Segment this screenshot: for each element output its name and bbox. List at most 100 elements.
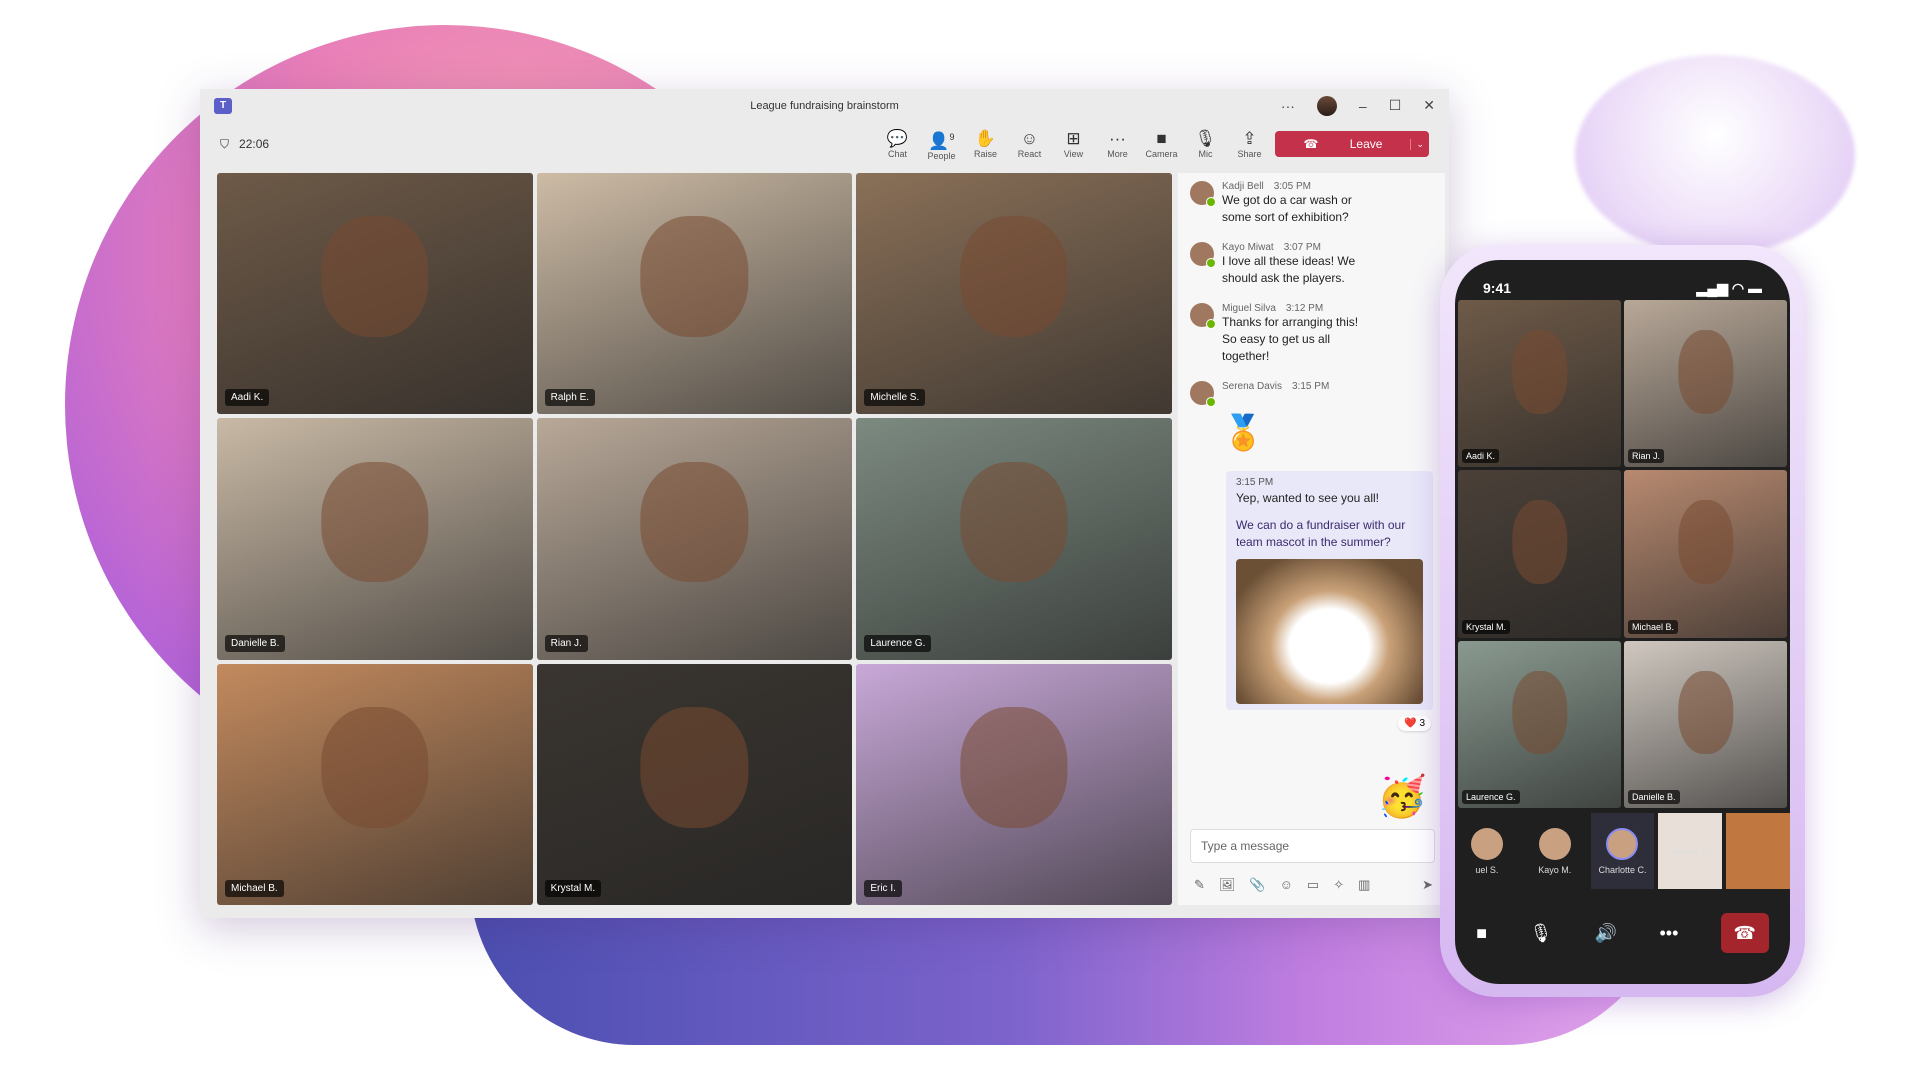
chat-panel: Kadji Bell 3:05 PM We got do a car wash or… bbox=[1178, 173, 1445, 905]
video-tile[interactable]: Aadi K. bbox=[1458, 300, 1621, 468]
phone-screen: 9:41 ▂▄▆ ◠ ▬ Aadi K. Rian J. Krystal M. Mich… bbox=[1455, 260, 1790, 984]
toolbar-share-button[interactable]: ⇪ Share bbox=[1235, 129, 1263, 159]
participant-video bbox=[640, 707, 749, 828]
participant-thumbnail[interactable]: uel S. bbox=[1455, 813, 1519, 889]
dog-image[interactable] bbox=[1236, 559, 1423, 704]
participant-name: Aadi K. bbox=[225, 389, 270, 407]
video-tile[interactable]: Ralph E. bbox=[536, 173, 853, 415]
leave-dropdown-chevron-icon[interactable]: ⌄ bbox=[1410, 138, 1429, 150]
message-time: 3:12 PM bbox=[1285, 303, 1324, 314]
participant-video bbox=[321, 461, 429, 583]
message-placeholder: Type a message bbox=[1201, 839, 1290, 853]
participant-thumbnail[interactable] bbox=[1726, 813, 1790, 889]
message-author: Kayo Miwat bbox=[1222, 242, 1274, 253]
cloud-decoration bbox=[1575, 55, 1855, 255]
video-tile[interactable]: Eric I. bbox=[856, 663, 1172, 905]
video-tile[interactable]: Danielle B. bbox=[1624, 640, 1787, 808]
participant-name: Laurence G. bbox=[1462, 789, 1520, 804]
signal-wifi-battery-icon: ▂▄▆ ◠ ▬ bbox=[1696, 280, 1762, 296]
participant-name: Danielle B. bbox=[1628, 789, 1680, 804]
heart-reaction[interactable]: ❤️ 3 bbox=[1398, 716, 1431, 731]
video-tile[interactable]: Laurence G. bbox=[1458, 640, 1621, 808]
avatar bbox=[1606, 827, 1639, 860]
video-tile[interactable]: Aadi K. bbox=[217, 173, 533, 415]
avatar bbox=[1190, 242, 1216, 268]
video-tile[interactable]: Rian J. bbox=[536, 418, 853, 660]
participant-name: Michael B. bbox=[1628, 619, 1679, 634]
toolbar-label: Camera bbox=[1145, 149, 1178, 159]
video-tile[interactable]: Krystal M. bbox=[1458, 470, 1621, 638]
close-button[interactable]: ✕ bbox=[1423, 97, 1435, 114]
video-tile[interactable]: Laurence G. bbox=[856, 418, 1172, 660]
more-icon[interactable]: ••• bbox=[1659, 923, 1678, 944]
own-message: 3:15 PM Yep, wanted to see you all! We c… bbox=[1226, 471, 1433, 710]
video-tile[interactable]: Michael B. bbox=[1624, 470, 1787, 638]
participant-video bbox=[321, 707, 429, 828]
toolbar-label: Chat bbox=[887, 149, 907, 159]
toolbar-people-button[interactable]: 👤9 People bbox=[927, 127, 955, 161]
avatar[interactable] bbox=[1316, 95, 1337, 116]
maximize-button[interactable]: ☐ bbox=[1389, 97, 1402, 114]
toolbar-react-button[interactable]: ☺ React bbox=[1015, 129, 1043, 159]
end-call-button[interactable]: ☎ bbox=[1720, 913, 1769, 953]
gif-icon[interactable]: ▭ bbox=[1307, 877, 1319, 893]
participant-name: Krystal M. bbox=[544, 879, 602, 897]
participant-video bbox=[321, 216, 429, 338]
video-tile[interactable]: Krystal M. bbox=[536, 663, 853, 905]
video-tile[interactable]: Michael B. bbox=[217, 663, 533, 905]
participant-name: Michelle S. bbox=[864, 389, 926, 407]
more-options-icon[interactable]: ··· bbox=[1281, 98, 1295, 114]
speaker-icon[interactable]: 🔊 bbox=[1595, 923, 1617, 944]
avatar bbox=[1190, 381, 1216, 407]
more-icon: ··· bbox=[1108, 129, 1126, 148]
participant-name: Aadi K. bbox=[1462, 449, 1500, 464]
participant-thumbnail[interactable]: Serena D. bbox=[1658, 813, 1723, 889]
toolbar-label: Raise bbox=[973, 149, 997, 159]
toolbar-view-button[interactable]: ⊞ View bbox=[1059, 129, 1087, 159]
participant-video bbox=[640, 461, 749, 583]
chat-message: Kayo Miwat 3:07 PM I love all these ideas!… bbox=[1178, 234, 1445, 295]
toolbar-raise-button[interactable]: ✋ Raise bbox=[971, 129, 999, 159]
toolbar-more-button[interactable]: ··· More bbox=[1103, 129, 1131, 159]
phone-hangup-icon: ☎ bbox=[1303, 137, 1322, 151]
mic-icon: 🎙 bbox=[1194, 129, 1217, 148]
toolbar-chat-button[interactable]: 💬 Chat bbox=[883, 129, 911, 159]
mic-icon[interactable]: 🎙 bbox=[1529, 923, 1552, 944]
teams-logo-icon: T bbox=[214, 97, 232, 114]
send-icon[interactable]: ➤ bbox=[1422, 877, 1433, 893]
participant-video bbox=[1511, 330, 1568, 414]
poll-icon[interactable]: ▥ bbox=[1358, 877, 1370, 893]
participant-name: Kayo M. bbox=[1538, 864, 1572, 875]
hand-icon: ✋ bbox=[974, 129, 997, 148]
participant-name: Michael B. bbox=[225, 879, 284, 897]
chat-message: Miguel Silva 3:12 PM Thanks for arranging … bbox=[1178, 295, 1445, 373]
video-tile[interactable]: Rian J. bbox=[1624, 300, 1787, 468]
people-icon: 👤9 bbox=[928, 131, 955, 151]
participant-name: Danielle B. bbox=[225, 634, 286, 652]
sticker-icon[interactable]: ✧ bbox=[1333, 877, 1344, 893]
message-text: We can do a fundraiser with our team mas… bbox=[1236, 518, 1406, 549]
attach-icon[interactable]: 📎 bbox=[1249, 877, 1265, 893]
title-bar: T League fundraising brainstorm ··· – ☐ … bbox=[200, 89, 1449, 122]
participant-name: Rian J. bbox=[1628, 449, 1665, 464]
message-input[interactable]: Type a message bbox=[1190, 829, 1435, 863]
video-tile[interactable]: Danielle B. bbox=[217, 418, 533, 660]
participant-thumbnail[interactable]: Kayo M. bbox=[1523, 813, 1587, 889]
camera-icon[interactable]: ■ bbox=[1476, 923, 1487, 944]
toolbar-camera-button[interactable]: ■ Camera bbox=[1145, 129, 1178, 159]
participant-video bbox=[1677, 670, 1734, 755]
participant-thumbnail[interactable]: Charlotte C. bbox=[1590, 813, 1655, 889]
message-text: Thanks for arranging this! So easy to ge… bbox=[1222, 315, 1359, 363]
image-icon[interactable]: 🖼 bbox=[1219, 877, 1236, 893]
format-icon[interactable]: ✎ bbox=[1194, 877, 1205, 893]
participant-name: Krystal M. bbox=[1462, 619, 1511, 634]
avatar bbox=[1190, 181, 1216, 207]
toolbar-label: View bbox=[1063, 149, 1084, 159]
video-tile[interactable]: Michelle S. bbox=[856, 173, 1172, 415]
participant-video bbox=[960, 216, 1068, 338]
minimize-button[interactable]: – bbox=[1359, 98, 1367, 114]
toolbar-mic-button[interactable]: 🎙 Mic bbox=[1191, 129, 1219, 159]
leave-button[interactable]: ☎ Leave ⌄ bbox=[1275, 131, 1429, 157]
mobile-phone: 9:41 ▂▄▆ ◠ ▬ Aadi K. Rian J. Krystal M. Mich… bbox=[1440, 245, 1805, 997]
emoji-icon[interactable]: ☺ bbox=[1280, 877, 1293, 893]
